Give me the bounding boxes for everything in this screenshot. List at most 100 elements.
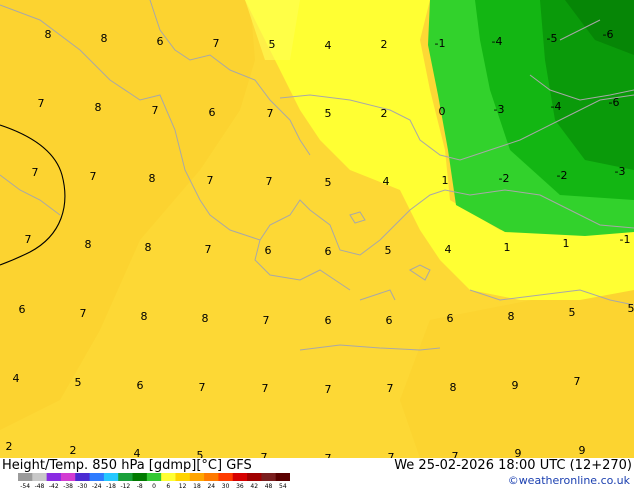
scale-swatch [118,473,134,481]
scale-tick-label: 54 [279,483,287,489]
temperature-label: -2 [499,172,510,185]
temperature-label: -3 [615,165,626,178]
scale-swatch [75,473,91,481]
scale-swatch [146,473,162,481]
temperature-label: 1 [563,237,570,250]
temperature-label: -4 [551,100,562,113]
temperature-label: 2 [70,444,77,457]
temperature-label: -4 [492,35,503,48]
temperature-label: 6 [386,314,393,327]
temperature-label: 7 [387,382,394,395]
scale-swatch [175,473,191,481]
scale-tick-label: -8 [137,483,143,489]
temperature-label: 8 [95,101,102,114]
scale-tick-label: 42 [250,483,258,489]
temperature-label: 8 [45,28,52,41]
temperature-label: 7 [263,314,270,327]
temperature-label: 7 [207,174,214,187]
map-footer: Height/Temp. 850 hPa [gdmp][°C] GFS We 2… [0,458,634,490]
scale-tick-label: 0 [152,483,156,489]
temperature-label: 8 [508,310,515,323]
temperature-label: -5 [547,32,558,45]
temperature-label: 6 [209,106,216,119]
temperature-label: 8 [141,310,148,323]
temperature-label: 5 [628,302,634,315]
temperature-label: 5 [269,38,276,51]
scale-swatch [46,473,62,481]
scale-swatch [18,473,33,481]
scale-tick-label: -30 [78,483,88,489]
temperature-label: 2 [6,440,13,453]
scale-tick-label: 30 [222,483,230,489]
temperature-label: 2 [381,38,388,51]
temperature-label: 4 [325,39,332,52]
scale-swatch [275,473,290,481]
temperature-label: 1 [442,174,449,187]
temperature-label: 8 [149,172,156,185]
scale-tick-label: 24 [207,483,215,489]
scale-tick-label: -12 [120,483,130,489]
temperature-label: 4 [134,447,141,458]
temperature-label: 1 [504,241,511,254]
temperature-label: 7 [261,451,268,458]
temperature-label: 4 [13,372,20,385]
scale-tick-label: 6 [166,483,170,489]
temperature-label: 5 [325,176,332,189]
temperature-label: 7 [262,382,269,395]
temperature-label: 2 [381,107,388,120]
temperature-label: -6 [609,96,620,109]
temperature-label: 5 [569,306,576,319]
temperature-label: 6 [325,245,332,258]
temperature-label: 5 [75,376,82,389]
scale-tick-label: -54 [20,483,30,489]
color-scale-legend: -54 -48 -42 -38 -30 -24 -18 -12 -8 0 6 12 18 24 30 36 42… [18,473,290,489]
temperature-label: 4 [383,175,390,188]
temperature-label: 6 [137,379,144,392]
temperature-label: -1 [620,233,631,246]
temperature-label: 6 [19,303,26,316]
temperature-label: 7 [266,175,273,188]
temperature-label: -1 [435,37,446,50]
scale-swatch [261,473,277,481]
temperature-label: 8 [450,381,457,394]
scale-tick-label: 48 [265,483,273,489]
temperature-label: 7 [38,97,45,110]
temperature-label: 9 [515,447,522,458]
temperature-label: 8 [85,238,92,251]
temperature-label: 4 [445,243,452,256]
scale-swatch [189,473,205,481]
temperature-label: -6 [603,28,614,41]
temperature-label: 7 [80,307,87,320]
temperature-label: 7 [388,451,395,458]
temperature-label: 5 [385,244,392,257]
temperature-label: -3 [494,103,505,116]
temperature-label: 7 [213,37,220,50]
scale-swatch [232,473,248,481]
temperature-label: 8 [202,312,209,325]
temperature-label: 6 [325,314,332,327]
scale-swatch [60,473,76,481]
temperature-label: 5 [197,449,204,458]
scale-swatch [161,473,176,481]
scale-swatch [89,473,105,481]
scale-tick-label: -42 [49,483,59,489]
temperature-label: 7 [90,170,97,183]
temperature-label: 6 [447,312,454,325]
temperature-label: 5 [325,107,332,120]
scale-tick-label: -24 [92,483,102,489]
credit-link[interactable]: ©weatheronline.co.uk [508,474,630,487]
scale-swatch [103,473,119,481]
scale-tick-label: -18 [106,483,116,489]
temperature-label: 9 [512,379,519,392]
temperature-label: 6 [157,35,164,48]
temperature-label: 8 [145,241,152,254]
scale-swatch [204,473,219,481]
scale-swatch [247,473,262,481]
temperature-label: 7 [574,375,581,388]
temperature-label: 7 [32,166,39,179]
temperature-label: 7 [325,383,332,396]
temperature-label: 7 [205,243,212,256]
scale-tick-label: -48 [35,483,45,489]
weather-map: 8 8 6 7 5 4 2 -1 -4 -5 -6 7 8 7 6 7 5 2 0 -3 -4 -6 7 7 8 7 7 5 4 1 -2 -… [0,0,634,458]
temperature-label: 9 [579,444,586,457]
